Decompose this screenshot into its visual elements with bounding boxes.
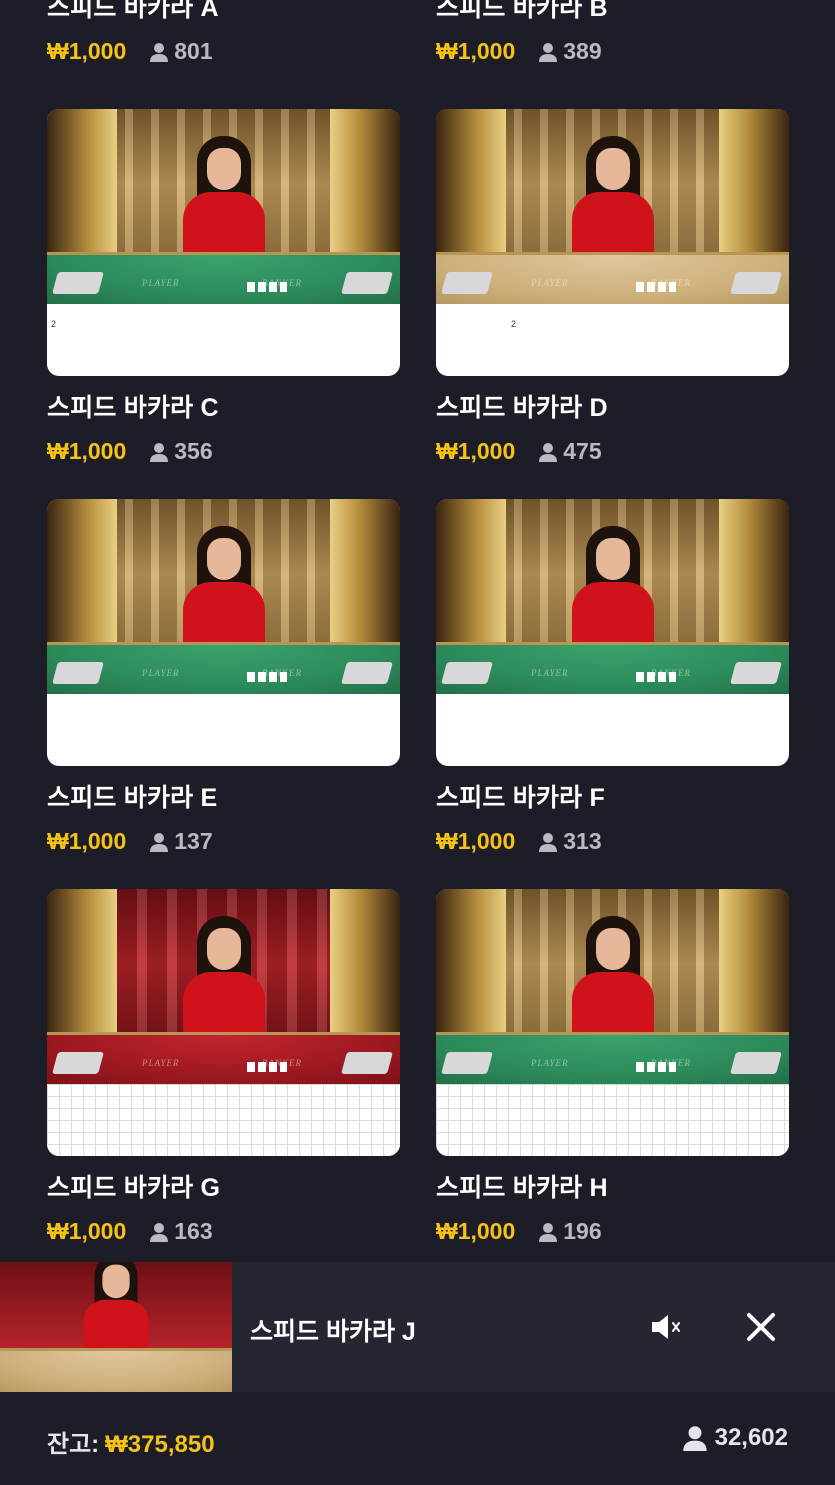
user-icon bbox=[150, 442, 169, 462]
online-count: 32,602 bbox=[714, 1424, 788, 1451]
road-grid bbox=[436, 1084, 789, 1156]
min-bet: ₩1,000 bbox=[436, 1218, 516, 1244]
user-icon bbox=[539, 42, 558, 62]
table-stats: ₩1,000 475 bbox=[436, 438, 789, 465]
mute-button[interactable] bbox=[650, 1312, 684, 1342]
close-icon bbox=[747, 1313, 775, 1341]
table-card-b[interactable]: 스피드 바카라 B ₩1,000 389 bbox=[436, 0, 789, 65]
table-title: 스피드 바카라 H bbox=[436, 1174, 608, 1202]
mini-player-video[interactable] bbox=[0, 1262, 232, 1392]
player-count: 137 bbox=[150, 828, 213, 855]
table-stats: ₩1,000 313 bbox=[436, 828, 789, 855]
live-video-preview: PLAYERBANKER bbox=[436, 499, 789, 694]
online-users: 32,602 bbox=[682, 1424, 788, 1452]
min-bet: ₩1,000 bbox=[436, 38, 516, 64]
player-count-value: 137 bbox=[174, 828, 213, 854]
user-icon bbox=[682, 1426, 707, 1451]
table-thumbnail[interactable]: PLAYERBANKER bbox=[47, 889, 400, 1156]
table-stats: ₩1,000 389 bbox=[436, 38, 789, 65]
table-stats: ₩1,000 137 bbox=[47, 828, 400, 855]
table-title: 스피드 바카라 G bbox=[47, 1174, 221, 1202]
user-icon bbox=[150, 1222, 169, 1242]
table-title: 스피드 바카라 B bbox=[436, 0, 608, 22]
player-count-value: 196 bbox=[563, 1218, 602, 1244]
player-label: PLAYER bbox=[142, 668, 180, 678]
player-count: 196 bbox=[539, 1218, 602, 1245]
player-label: PLAYER bbox=[142, 1058, 180, 1068]
live-video-preview: PLAYERBANKER bbox=[47, 499, 400, 694]
table-thumbnail[interactable]: PLAYERBANKER 2 bbox=[436, 109, 789, 376]
min-bet: ₩1,000 bbox=[47, 1218, 127, 1244]
stream-number: 2 bbox=[51, 319, 57, 329]
player-count-value: 356 bbox=[174, 438, 213, 464]
table-card[interactable]: PLAYERBANKER 스피드 바카라 F ₩1,000 313 bbox=[436, 499, 789, 855]
player-count-value: 475 bbox=[563, 438, 602, 464]
min-bet: ₩1,000 bbox=[436, 828, 516, 854]
min-bet: ₩1,000 bbox=[47, 438, 127, 464]
close-button[interactable] bbox=[744, 1310, 778, 1344]
mini-player[interactable]: 스피드 바카라 J bbox=[0, 1262, 835, 1392]
speaker-muted-icon bbox=[652, 1315, 680, 1339]
live-video-preview: PLAYERBANKER bbox=[436, 889, 789, 1084]
player-count-value: 163 bbox=[174, 1218, 213, 1244]
player-count: 313 bbox=[539, 828, 602, 855]
player-count: 356 bbox=[150, 438, 213, 465]
user-icon bbox=[539, 832, 558, 852]
video-thumbnail bbox=[0, 1262, 232, 1392]
balance: 잔고: ₩375,850 bbox=[47, 1424, 215, 1459]
table-title: 스피드 바카라 E bbox=[47, 784, 218, 812]
table-title: 스피드 바카라 D bbox=[436, 394, 608, 422]
table-stats: ₩1,000 163 bbox=[47, 1218, 400, 1245]
stream-number: 2 bbox=[511, 319, 517, 329]
user-icon bbox=[150, 832, 169, 852]
player-count-value: 801 bbox=[174, 38, 213, 64]
balance-value: ₩375,850 bbox=[105, 1431, 215, 1458]
table-card-a[interactable]: 스피드 바카라 A ₩1,000 801 bbox=[47, 0, 400, 65]
table-stats: ₩1,000 356 bbox=[47, 438, 400, 465]
min-bet: ₩1,000 bbox=[47, 38, 127, 64]
player-label: PLAYER bbox=[531, 1058, 569, 1068]
table-card[interactable]: PLAYERBANKER 스피드 바카라 E ₩1,000 137 bbox=[47, 499, 400, 855]
table-card[interactable]: PLAYERBANKER 2 스피드 바카라 C ₩1,000 356 bbox=[47, 109, 400, 465]
min-bet: ₩1,000 bbox=[436, 438, 516, 464]
table-card[interactable]: PLAYERBANKER 스피드 바카라 H ₩1,000 196 bbox=[436, 889, 789, 1245]
table-thumbnail[interactable]: PLAYERBANKER bbox=[436, 889, 789, 1156]
player-count: 801 bbox=[150, 38, 213, 65]
user-icon bbox=[150, 42, 169, 62]
footer-bar: 잔고: ₩375,850 32,602 bbox=[0, 1392, 835, 1485]
balance-label: 잔고: bbox=[47, 1431, 100, 1458]
table-stats: ₩1,000 196 bbox=[436, 1218, 789, 1245]
player-count: 475 bbox=[539, 438, 602, 465]
table-thumbnail[interactable]: PLAYERBANKER bbox=[47, 499, 400, 766]
table-title: 스피드 바카라 C bbox=[47, 394, 219, 422]
mini-player-title: 스피드 바카라 J bbox=[250, 1318, 416, 1346]
table-stats: ₩1,000 801 bbox=[47, 38, 400, 65]
road-grid bbox=[47, 1084, 400, 1156]
player-label: PLAYER bbox=[531, 278, 569, 288]
table-thumbnail[interactable]: PLAYERBANKER 2 bbox=[47, 109, 400, 376]
live-video-preview: PLAYERBANKER bbox=[47, 889, 400, 1084]
table-title: 스피드 바카라 F bbox=[436, 784, 605, 812]
live-video-preview: PLAYERBANKER bbox=[436, 109, 789, 304]
min-bet: ₩1,000 bbox=[47, 828, 127, 854]
user-icon bbox=[539, 442, 558, 462]
lobby-page: 스피드 바카라 A ₩1,000 801 스피드 바카라 B ₩1,000 38… bbox=[0, 0, 835, 1485]
table-card[interactable]: PLAYERBANKER 스피드 바카라 G ₩1,000 163 bbox=[47, 889, 400, 1245]
table-card[interactable]: PLAYERBANKER 2 스피드 바카라 D ₩1,000 475 bbox=[436, 109, 789, 465]
top-row: 스피드 바카라 A ₩1,000 801 스피드 바카라 B ₩1,000 38… bbox=[0, 0, 835, 68]
table-title: 스피드 바카라 A bbox=[47, 0, 219, 22]
player-count: 389 bbox=[539, 38, 602, 65]
player-count: 163 bbox=[150, 1218, 213, 1245]
player-label: PLAYER bbox=[142, 278, 180, 288]
player-count-value: 389 bbox=[563, 38, 602, 64]
table-thumbnail[interactable]: PLAYERBANKER bbox=[436, 499, 789, 766]
player-label: PLAYER bbox=[531, 668, 569, 678]
player-count-value: 313 bbox=[563, 828, 602, 854]
live-video-preview: PLAYERBANKER bbox=[47, 109, 400, 304]
user-icon bbox=[539, 1222, 558, 1242]
